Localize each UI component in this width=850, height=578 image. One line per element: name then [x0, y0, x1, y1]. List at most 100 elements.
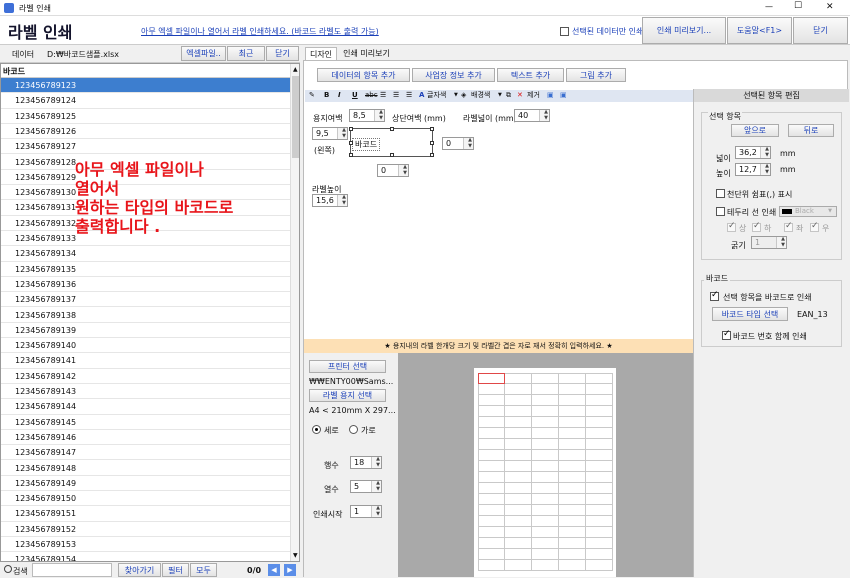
label-cell[interactable] [478, 560, 505, 571]
label-cell[interactable] [586, 450, 613, 461]
label-cell[interactable] [559, 395, 586, 406]
landscape-label[interactable]: 가로 [361, 425, 376, 436]
table-row[interactable]: 123456789151 [1, 506, 291, 522]
print-number-label[interactable]: 바코드 번호 함께 인쇄 [733, 331, 807, 342]
label-cell[interactable] [478, 494, 505, 505]
printer-select-button[interactable]: 프린터 선택 [309, 360, 386, 373]
font-color-button[interactable]: 글자색 [427, 90, 446, 101]
resize-handle[interactable] [430, 141, 434, 145]
label-cell[interactable] [559, 549, 586, 560]
bold-button[interactable]: B [324, 90, 329, 101]
border-left-checkbox[interactable] [784, 221, 793, 232]
italic-button[interactable]: I [338, 90, 341, 101]
v-gap-input[interactable]: 0 ▲ ▼ [377, 164, 409, 177]
label-cell[interactable] [559, 450, 586, 461]
border-print-checkbox[interactable] [716, 207, 725, 216]
print-number-checkbox[interactable] [722, 329, 731, 340]
prev-page-icon[interactable]: ◀ [268, 564, 280, 576]
label-cell[interactable] [505, 494, 532, 505]
column-header[interactable]: 바코드 [1, 64, 291, 78]
label-cell[interactable] [532, 538, 559, 549]
portrait-label[interactable]: 세로 [324, 425, 339, 436]
label-cell[interactable] [478, 461, 505, 472]
label-cell[interactable] [586, 560, 613, 571]
strike-button[interactable]: abc [365, 90, 378, 101]
label-cell[interactable] [505, 461, 532, 472]
label-cell[interactable] [478, 428, 505, 439]
label-preview-box[interactable]: 바코드 [349, 127, 434, 157]
underline-button[interactable]: U [352, 90, 358, 101]
label-cell[interactable] [532, 472, 559, 483]
scroll-thumb[interactable] [292, 76, 299, 158]
table-row[interactable]: 123456789134 [1, 246, 291, 262]
portrait-radio[interactable] [312, 425, 321, 434]
label-cell[interactable] [478, 549, 505, 560]
all-button[interactable]: 모두 [190, 563, 217, 577]
label-cell[interactable] [586, 428, 613, 439]
label-cell[interactable] [532, 560, 559, 571]
label-cell[interactable] [559, 527, 586, 538]
scroll-down-icon[interactable]: ▼ [293, 552, 298, 559]
border-left-label[interactable]: 좌 [796, 223, 803, 234]
resize-handle[interactable] [390, 127, 394, 131]
label-cell[interactable] [532, 461, 559, 472]
tab-design[interactable]: 디자인 [305, 47, 337, 61]
label-cell[interactable] [505, 373, 532, 384]
excel-file-button[interactable]: 엑셀파일.. [181, 46, 226, 61]
table-row[interactable]: 123456789153 [1, 537, 291, 553]
table-row[interactable]: 123456789127 [1, 139, 291, 155]
font-color-icon[interactable]: A [419, 90, 424, 101]
label-cell[interactable] [505, 450, 532, 461]
paper-select-button[interactable]: 라벨 용지 선택 [309, 389, 386, 402]
label-cell[interactable] [559, 384, 586, 395]
close-button[interactable]: 닫기 [793, 17, 848, 44]
table-row[interactable]: 123456789152 [1, 521, 291, 537]
table-row[interactable]: 123456789145 [1, 414, 291, 430]
label-cell[interactable] [478, 505, 505, 516]
table-row[interactable]: 123456789154 [1, 552, 291, 561]
resize-handle[interactable] [430, 127, 434, 131]
label-cell[interactable] [586, 472, 613, 483]
label-cell[interactable] [559, 428, 586, 439]
table-row[interactable]: 123456789125 [1, 108, 291, 124]
add-data-item-button[interactable]: 데이터의 항목 추가 [317, 68, 410, 82]
label-cell[interactable] [532, 494, 559, 505]
selected-only-label[interactable]: 선택된 데이터만 인쇄 [572, 26, 643, 37]
label-cell[interactable] [586, 373, 613, 384]
print-preview-button[interactable]: 인쇄 미리보기... [642, 17, 726, 44]
label-cell[interactable] [559, 505, 586, 516]
label-width-input[interactable]: 40 ▲ ▼ [514, 109, 550, 122]
label-cell[interactable] [505, 516, 532, 527]
border-top-label[interactable]: 상 [739, 223, 746, 234]
add-business-info-button[interactable]: 사업장 정보 추가 [412, 68, 495, 82]
delete-button[interactable]: 제거 [527, 90, 540, 101]
label-cell[interactable] [586, 395, 613, 406]
label-cell[interactable] [532, 439, 559, 450]
barcode-type-button[interactable]: 바코드 타입 선택 [712, 307, 788, 321]
filter-button[interactable]: 필터 [162, 563, 189, 577]
height-input[interactable]: 12,7 ▲ ▼ [735, 163, 771, 176]
table-row[interactable]: 123456789144 [1, 399, 291, 415]
table-row[interactable]: 123456789147 [1, 445, 291, 461]
resize-handle[interactable] [349, 153, 353, 157]
label-cell[interactable] [586, 494, 613, 505]
label-cell[interactable] [505, 538, 532, 549]
scroll-up-icon[interactable]: ▲ [293, 66, 298, 73]
resize-handle[interactable] [390, 153, 394, 157]
align-left-icon[interactable]: ☰ [380, 90, 386, 101]
pen-icon[interactable]: ✎ [309, 90, 315, 101]
label-cell[interactable] [505, 417, 532, 428]
barcode-element[interactable]: 바코드 [352, 138, 381, 151]
label-cell[interactable] [505, 428, 532, 439]
table-row[interactable]: 123456789143 [1, 384, 291, 400]
dropdown-icon[interactable]: ▼ [498, 90, 502, 101]
label-cell[interactable] [478, 538, 505, 549]
label-cell[interactable] [559, 483, 586, 494]
bring-front-button[interactable]: 앞으로 [731, 124, 779, 137]
table-row[interactable]: 123456789148 [1, 460, 291, 476]
table-row[interactable]: 123456789141 [1, 353, 291, 369]
label-cell[interactable] [532, 428, 559, 439]
close-window-button[interactable]: ✕ [826, 2, 834, 12]
bg-color-button[interactable]: 배경색 [471, 90, 490, 101]
label-height-input[interactable]: 15,6 ▲ ▼ [312, 194, 348, 207]
